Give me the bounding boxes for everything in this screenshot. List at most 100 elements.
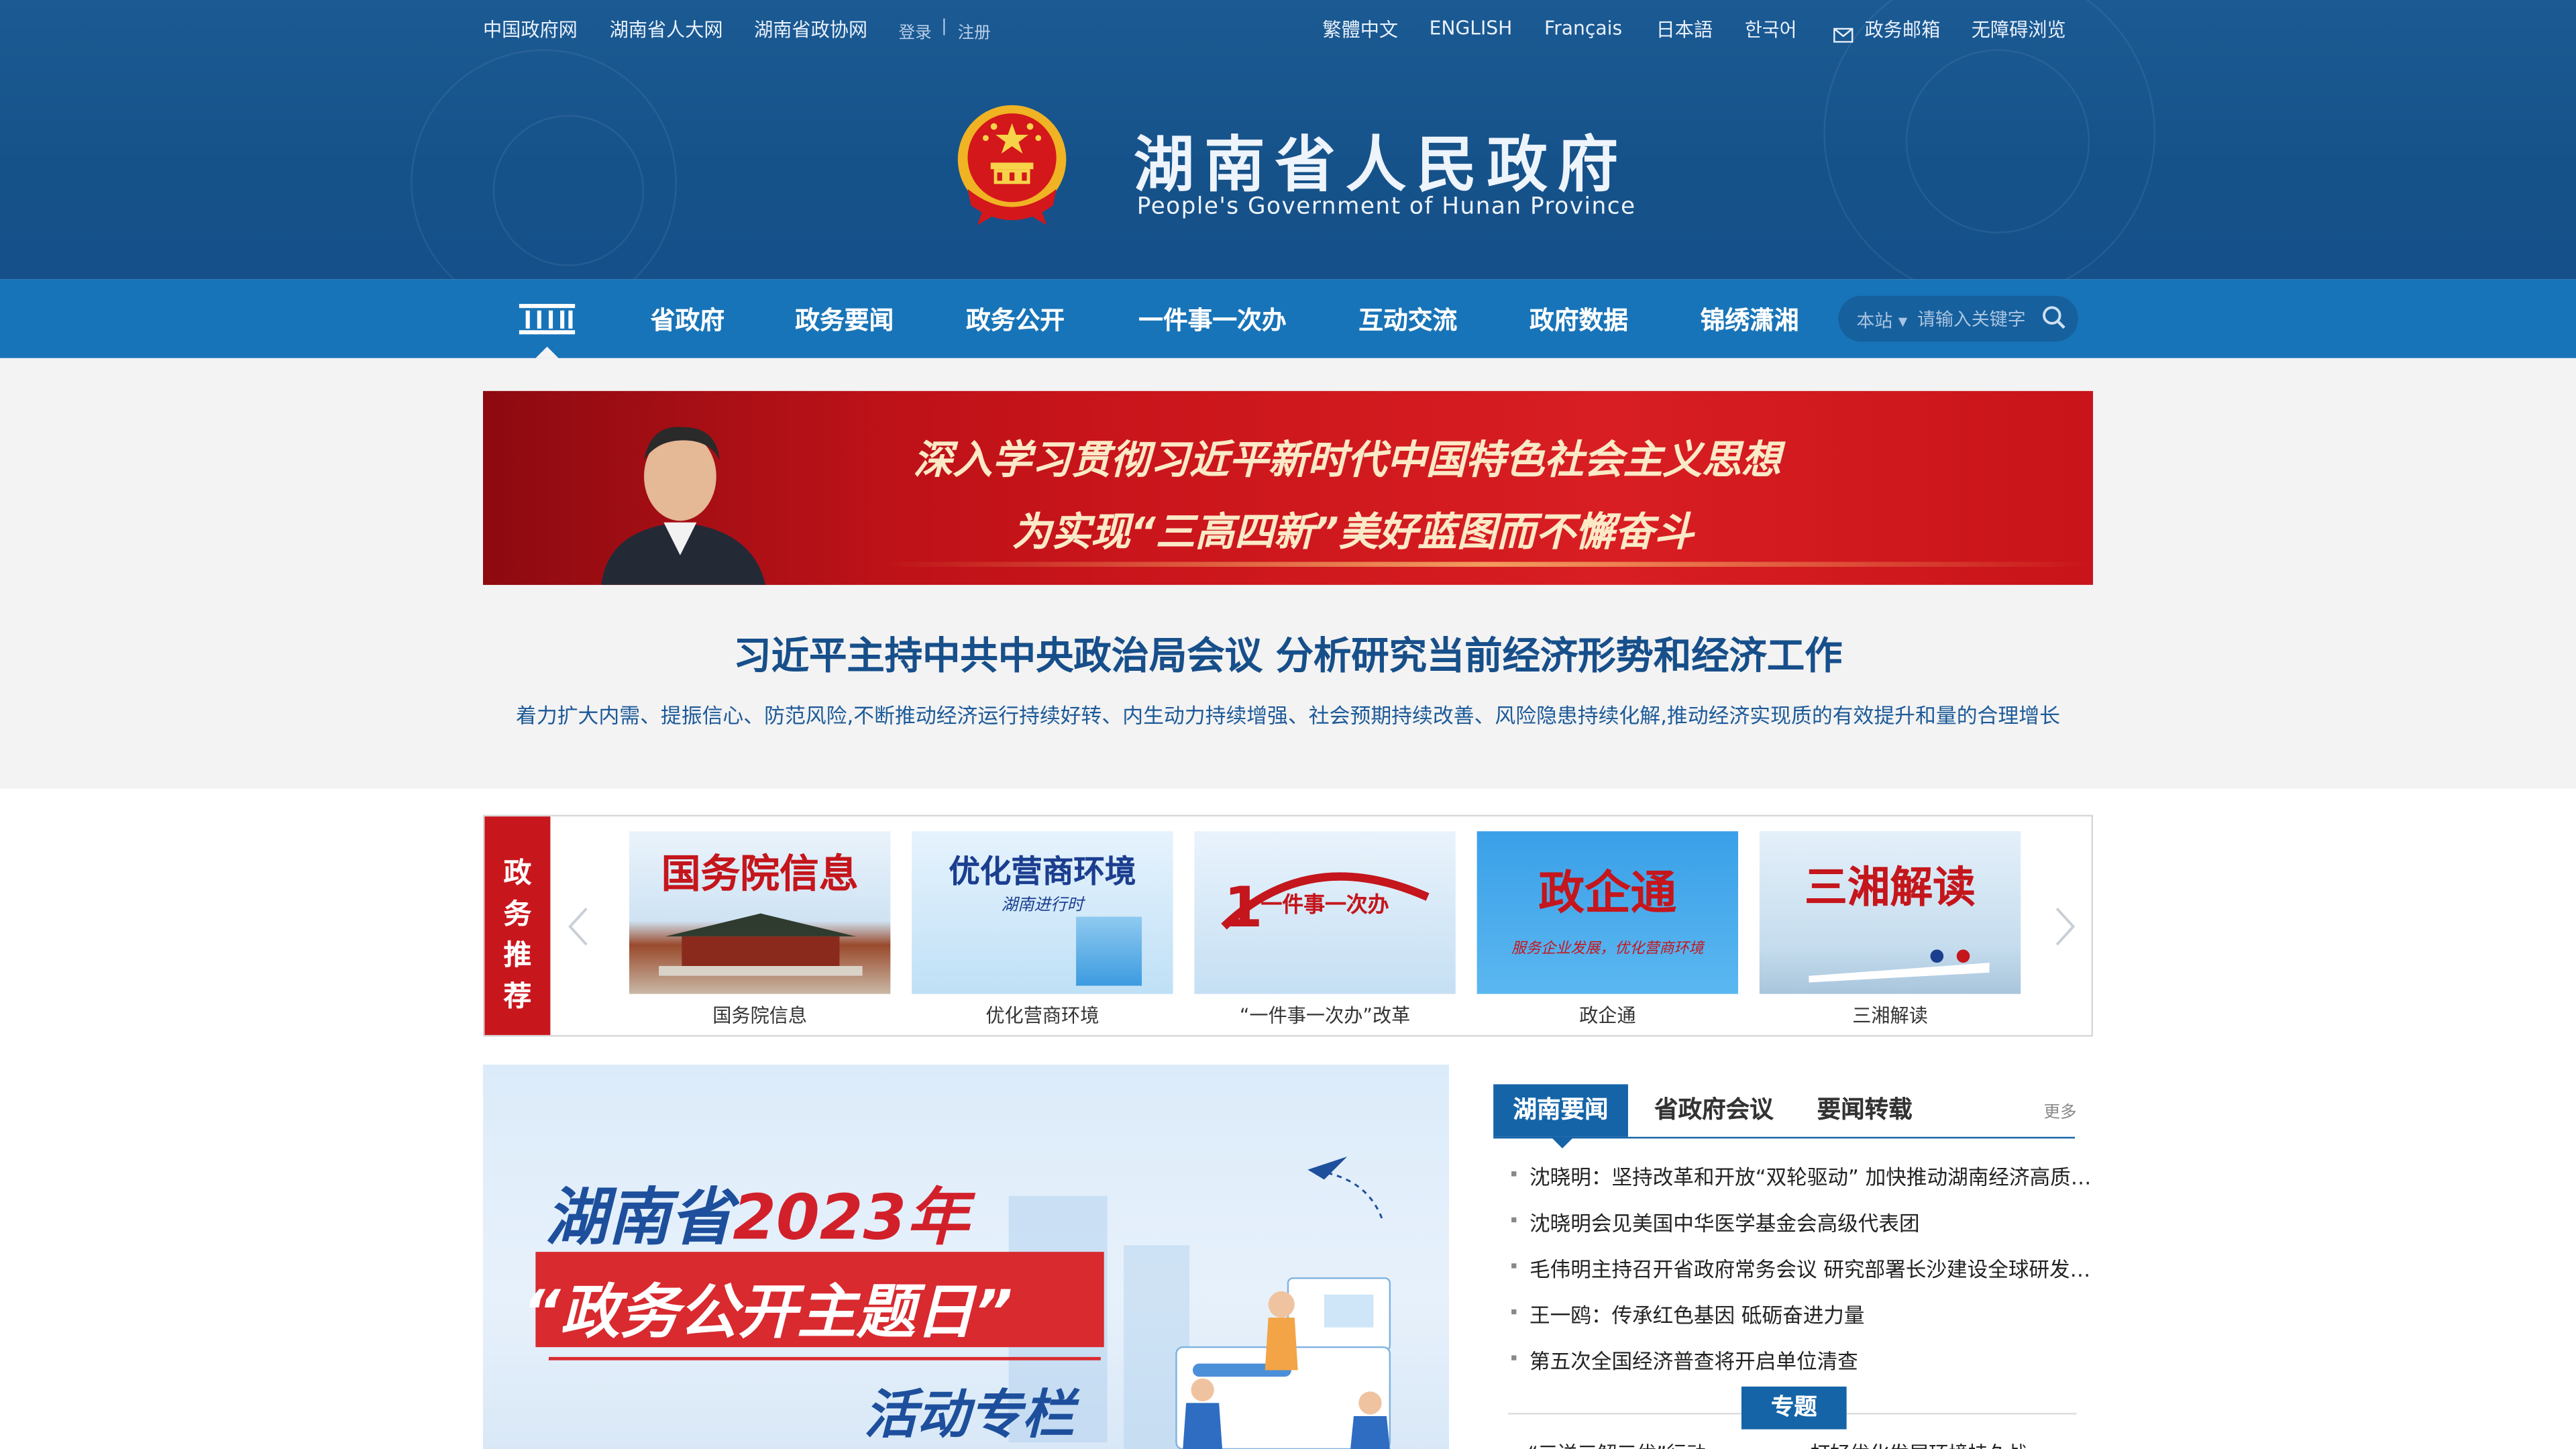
link-china-gov[interactable]: 中国政府网 [483,16,578,42]
background-flower-decoration [492,115,645,266]
promo-divider [548,1356,1101,1360]
news-item-title: 毛伟明主持召开省政府常务会议 研究部署长沙建设全球研发中心城市 [1529,1256,2094,1282]
nav-gov-data[interactable]: 政府数据 [1529,303,1628,337]
promo-line-2: “政务公开主题日” [522,1279,1013,1348]
card-caption: 三湘解读 [1852,1004,1928,1027]
paper-plane-icon [1304,1150,1403,1255]
government-building-icon[interactable] [517,301,576,343]
active-tab-indicator [1550,1136,1574,1148]
accessibility-link[interactable]: 无障碍浏览 [1972,16,2066,42]
site-header: 中国政府网 湖南省人大网 湖南省政协网 登录 | 注册 繁體中文 ENGLISH… [0,0,2576,280]
promo-line-3: 活动专栏 [864,1383,1075,1446]
banner-gold-line [877,561,2094,567]
card-caption: 优化营商环境 [985,1004,1099,1027]
building-illustration [1076,916,1142,986]
banner-line-2: 为实现“三高四新”美好蓝图而不懈奋斗 [1012,509,1694,555]
page: 中国政府网 湖南省人大网 湖南省政协网 登录 | 注册 繁體中文 ENGLISH… [0,0,2576,1449]
site-title: 湖南省人民政府 [1133,129,1628,201]
bullet-icon [1511,1217,1517,1223]
card-image-title: 一件事一次办 [1260,894,1389,918]
banner-line-1: 深入学习贯彻习近平新时代中国特色社会主义思想 [913,437,1781,484]
card-image-title: 优化营商环境 [949,854,1136,891]
search-scope-label: 本站 [1856,310,1893,332]
search-scope-dropdown[interactable]: 本站 ▾ [1856,307,1907,333]
carousel-prev-icon[interactable] [567,905,590,954]
portrait-figure [585,414,782,585]
people-working-illustration [1173,1272,1419,1449]
search-box: 本站 ▾ [1838,295,2078,342]
news-item-title: 王一鸥：传承红色基因 砥砺奋进力量 [1529,1303,1865,1328]
news-item[interactable]: 第五次全国经济普查将开启单位清查 [1511,1344,2093,1375]
card-image: 三湘解读 [1759,831,2021,994]
news-item-title: 第五次全国经济普查将开启单位清查 [1529,1348,1858,1374]
recommend-label: 政 务 推 荐 [484,816,551,1035]
special-topic-link[interactable]: “三送三解三优”行动 [1528,1439,1707,1449]
login-link[interactable]: 登录 [899,18,932,43]
bullet-icon [1511,1263,1517,1269]
special-topics-label[interactable]: 专题 [1741,1386,1847,1430]
search-icon[interactable] [2042,306,2067,337]
lang-french[interactable]: Français [1544,16,1622,39]
nav-one-stop-service[interactable]: 一件事一次办 [1138,303,1286,337]
recommend-label-char: 荐 [503,981,532,1014]
promo-province: 湖南省 [545,1181,733,1254]
tab-hunan-news[interactable]: 湖南要闻 [1493,1084,1628,1137]
news-panel: 湖南要闻 省政府会议 要闻转载 更多 沈晓明：坚持改革和开放“双轮驱动” 加快推… [1475,1064,2094,1449]
card-image-title: 政企通 [1538,865,1677,920]
news-item-title: 沈晓明会见美国中华医学基金会高级代表团 [1529,1210,1920,1236]
news-item[interactable]: 沈晓明会见美国中华医学基金会高级代表团 [1511,1206,2093,1238]
nav-provincial-gov[interactable]: 省政府 [651,303,724,337]
card-image: 1 一件事一次办 [1194,831,1456,994]
background-flower-decoration [1905,49,2090,233]
special-topic-link[interactable]: 打好优化发展环境持久战 [1811,1439,2027,1449]
search-input[interactable] [1917,305,2036,332]
site-subtitle: People's Government of Hunan Province [1136,193,1636,221]
news-item[interactable]: 沈晓明：坚持改革和开放“双轮驱动” 加快推动湖南经济高质量发展 [1511,1160,2093,1191]
headline-title[interactable]: 习近平主持中共中央政治局会议 分析研究当前经济形势和经济工作 [0,625,2576,680]
card-image: 国务院信息 [629,831,891,994]
login-register-separator: | [941,17,947,36]
gov-recommend-strip: 政 务 推 荐 国务院信息 国务院信息 优化营商环境 湖南进行时 优化营商环境 … [483,814,2094,1037]
bullet-icon [1511,1309,1517,1315]
card-image-subtitle: 湖南进行时 [1001,897,1084,916]
nav-gov-affairs-open[interactable]: 政务公开 [966,303,1065,337]
desk-illustration [1809,947,1990,983]
tab-news-reprints[interactable]: 要闻转载 [1817,1084,1913,1136]
gov-mailbox-link[interactable]: 政务邮箱 [1865,16,1941,42]
lang-japanese[interactable]: 日本語 [1656,16,1713,42]
open-gov-day-promo[interactable]: 湖南省2023年 “政务公开主题日” 活动专栏 [483,1064,1450,1449]
card-image: 优化营商环境 湖南进行时 [912,831,1173,994]
card-image-subtitle: 服务企业发展，优化营商环境 [1511,941,1704,958]
main-nav: 省政府 政务要闻 政务公开 一件事一次办 互动交流 政府数据 锦绣潇湘 本站 ▾ [0,279,2576,358]
recommend-label-char: 推 [503,939,532,973]
lang-english[interactable]: ENGLISH [1430,16,1513,39]
tab-gov-meetings[interactable]: 省政府会议 [1654,1084,1774,1136]
news-item[interactable]: 毛伟明主持召开省政府常务会议 研究部署长沙建设全球研发中心城市 [1511,1252,2093,1283]
promo-year: 2023年 [733,1181,969,1254]
nav-gov-news[interactable]: 政务要闻 [795,303,894,337]
bullet-icon [1511,1171,1517,1177]
news-item[interactable]: 王一鸥：传承红色基因 砥砺奋进力量 [1511,1298,2093,1330]
nav-interaction[interactable]: 互动交流 [1358,303,1457,337]
theme-banner[interactable]: 深入学习贯彻习近平新时代中国特色社会主义思想 为实现“三高四新”美好蓝图而不懈奋… [483,390,2094,585]
card-caption: 国务院信息 [712,1004,808,1027]
recommend-label-char: 政 [503,857,532,891]
building-illustration [659,910,863,976]
card-image-title: 国务院信息 [661,851,859,898]
card-image-title: 三湘解读 [1805,864,1976,914]
news-item-title: 沈晓明：坚持改革和开放“双轮驱动” 加快推动湖南经济高质量发展 [1529,1165,2094,1190]
lang-korean[interactable]: 한국어 [1745,16,1797,42]
more-link[interactable]: 更多 [2044,1097,2077,1122]
headline-summary[interactable]: 着力扩大内需、提振信心、防范风险,不断推动经济运行持续好转、内生动力持续增强、社… [0,698,2576,730]
link-hunan-cppcc[interactable]: 湖南省政协网 [754,16,867,42]
register-link[interactable]: 注册 [958,18,991,43]
nav-jinxiu-xiaoxiang[interactable]: 锦绣潇湘 [1701,303,1799,337]
bullet-icon [1511,1355,1517,1360]
national-emblem-logo [955,103,1069,228]
card-caption: 政企通 [1579,1004,1636,1027]
mail-icon [1833,18,1854,50]
link-hunan-npc[interactable]: 湖南省人大网 [610,16,723,42]
lang-traditional-chinese[interactable]: 繁體中文 [1322,16,1398,42]
promo-line-1: 湖南省2023年 [545,1167,969,1257]
carousel-next-icon[interactable] [2053,905,2076,954]
